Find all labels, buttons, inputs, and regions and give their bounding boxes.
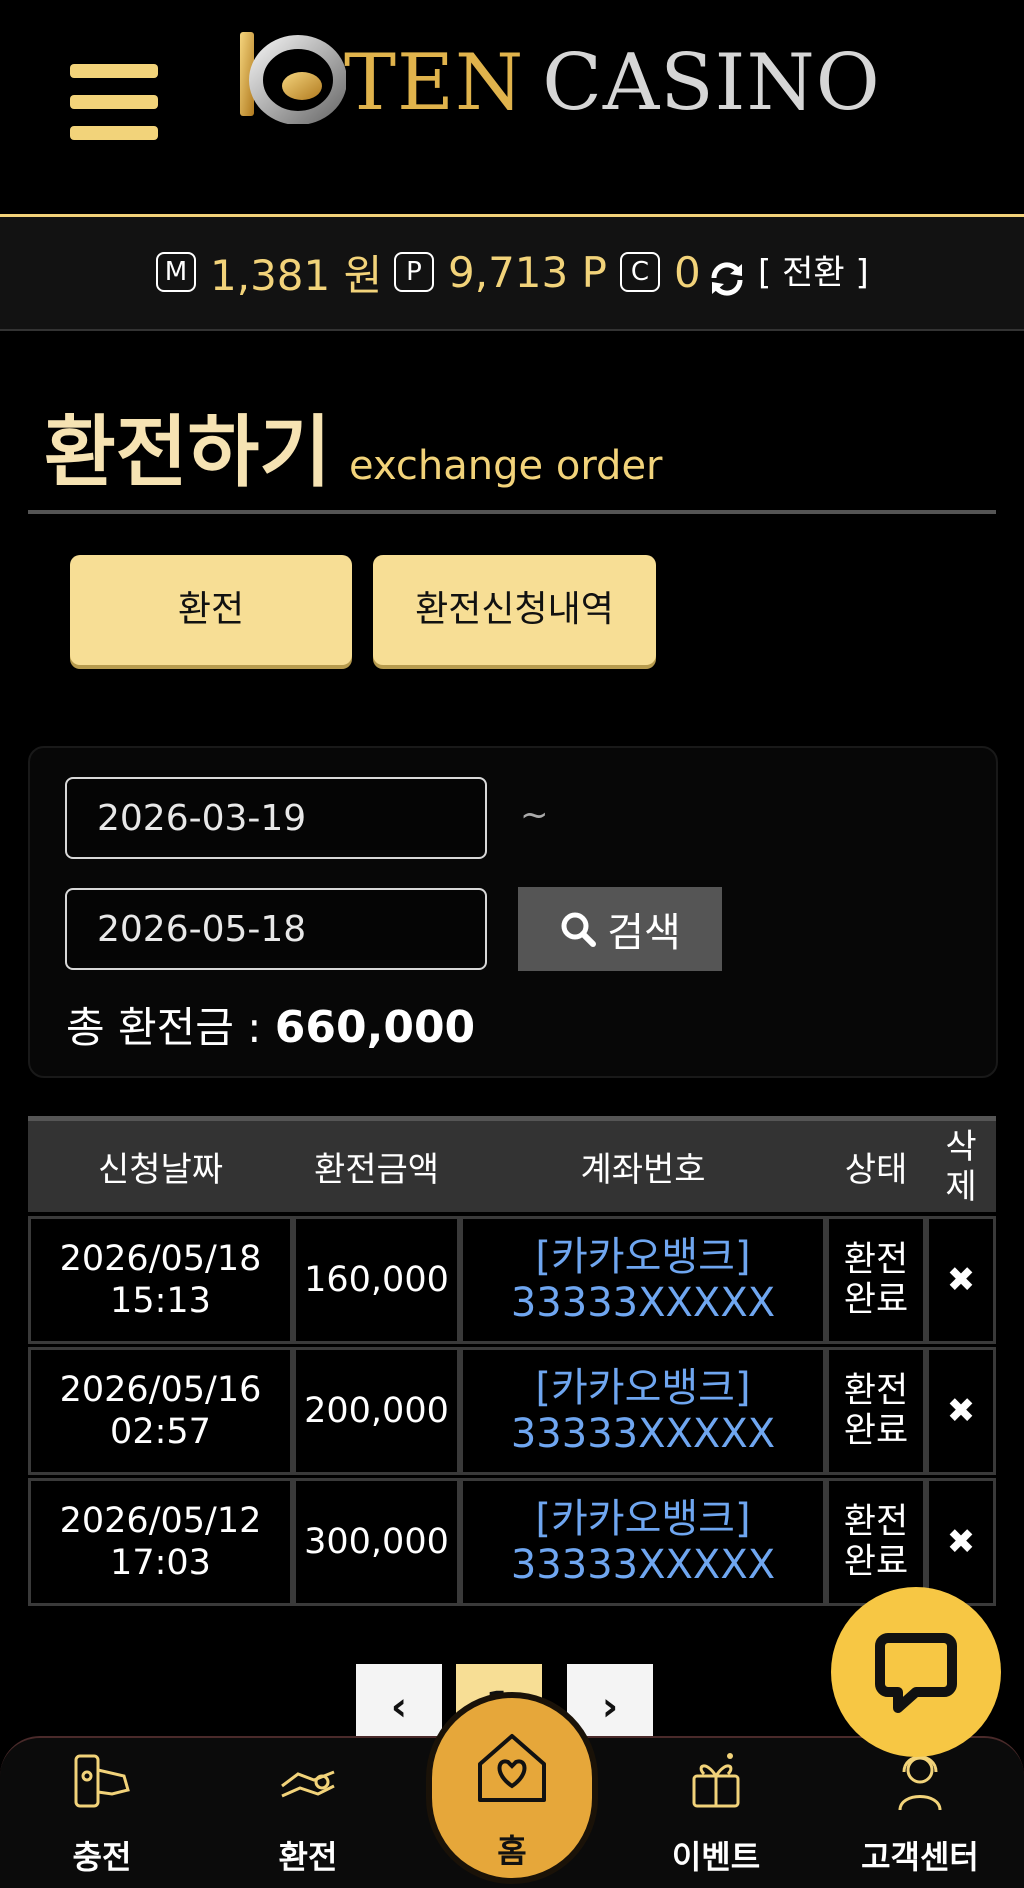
charge-icon — [74, 1754, 130, 1808]
header-delete: 삭 제 — [945, 1126, 977, 1207]
nav-home[interactable]: 홈 — [432, 1698, 592, 1878]
search-button[interactable]: 검색 — [518, 887, 722, 971]
table-row: 2026/05/16 02:57 200,000 [카카오뱅크] 33333XXXX… — [28, 1347, 996, 1477]
row-amount: 160,000 — [293, 1216, 460, 1344]
coin-value: 0 — [674, 247, 701, 297]
exchange-icon — [281, 1770, 335, 1798]
header-date: 신청날짜 — [97, 1150, 224, 1190]
row-account: [카카오뱅크] 33333XXXXX — [460, 1216, 826, 1344]
total-exchange-label: 총 환전금 : — [66, 1003, 275, 1052]
page-title-korean: 환전하기 — [44, 408, 332, 498]
chat-bubble-icon — [875, 1633, 957, 1713]
date-range-separator: ~ — [520, 795, 549, 835]
total-exchange-value: 660,000 — [274, 1002, 476, 1053]
row-status: 환전 완료 — [826, 1216, 926, 1344]
date-from-input[interactable] — [65, 777, 487, 859]
nav-exchange[interactable]: 환전 — [218, 1738, 398, 1888]
home-heart-icon — [478, 1734, 546, 1802]
delete-icon[interactable]: ✖ — [926, 1347, 996, 1475]
table-header: 신청날짜 환전금액 계좌번호 상태 삭 제 — [28, 1116, 996, 1212]
gift-icon — [692, 1753, 740, 1808]
header: TEN CASINO — [0, 0, 1024, 217]
chat-button[interactable] — [831, 1587, 1001, 1757]
money-balance: M 1,381 원 — [156, 247, 382, 300]
refresh-icon[interactable] — [706, 258, 748, 300]
total-exchange: 총 환전금 : 660,000 — [66, 994, 475, 1055]
header-status: 상태 — [844, 1150, 908, 1190]
header-amount: 환전금액 — [313, 1150, 440, 1190]
tab-exchange-history[interactable]: 환전신청내역 — [373, 555, 656, 665]
row-status: 환전 완료 — [826, 1347, 926, 1475]
row-account: [카카오뱅크] 33333XXXXX — [460, 1347, 826, 1475]
coin-icon: C — [620, 252, 660, 292]
coin-balance: C 0 — [620, 247, 701, 297]
title-divider — [28, 510, 996, 514]
point-value: 9,713 P — [448, 247, 607, 297]
nav-support[interactable]: 고객센터 — [830, 1738, 1010, 1888]
brand-name: TEN CASINO — [344, 38, 881, 128]
table-row: 2026/05/18 15:13 160,000 [카카오뱅크] 33333XXXX… — [28, 1216, 996, 1346]
date-to-input[interactable] — [65, 888, 487, 970]
row-amount: 200,000 — [293, 1347, 460, 1475]
nav-charge[interactable]: 충전 — [12, 1738, 192, 1888]
page-title-english: exchange order — [349, 443, 663, 489]
logo-mark-icon — [240, 32, 346, 124]
money-icon: M — [156, 252, 196, 292]
point-icon: P — [394, 252, 434, 292]
money-value: 1,381 원 — [210, 250, 383, 300]
convert-button[interactable]: [ 전환 ] — [758, 248, 869, 298]
search-icon — [561, 912, 597, 947]
row-amount: 300,000 — [293, 1478, 460, 1606]
logo[interactable]: TEN CASINO — [236, 26, 880, 128]
row-datetime: 2026/05/18 15:13 — [28, 1216, 293, 1344]
tab-exchange[interactable]: 환전 — [70, 555, 352, 665]
row-datetime: 2026/05/16 02:57 — [28, 1347, 293, 1475]
row-datetime: 2026/05/12 17:03 — [28, 1478, 293, 1606]
point-balance: P 9,713 P — [394, 247, 607, 297]
delete-icon[interactable]: ✖ — [926, 1478, 996, 1606]
page-title: 환전하기 exchange order — [44, 390, 663, 502]
table-row: 2026/05/12 17:03 300,000 [카카오뱅크] 33333XXXX… — [28, 1478, 996, 1608]
balance-bar: M 1,381 원 P 9,713 P C 0 — [0, 217, 1024, 331]
delete-icon[interactable]: ✖ — [926, 1216, 996, 1344]
header-account: 계좌번호 — [580, 1150, 706, 1190]
menu-icon[interactable] — [70, 64, 158, 142]
row-account: [카카오뱅크] 33333XXXXX — [460, 1478, 826, 1606]
nav-event[interactable]: 이벤트 — [626, 1738, 806, 1888]
search-button-label: 검색 — [607, 910, 681, 956]
